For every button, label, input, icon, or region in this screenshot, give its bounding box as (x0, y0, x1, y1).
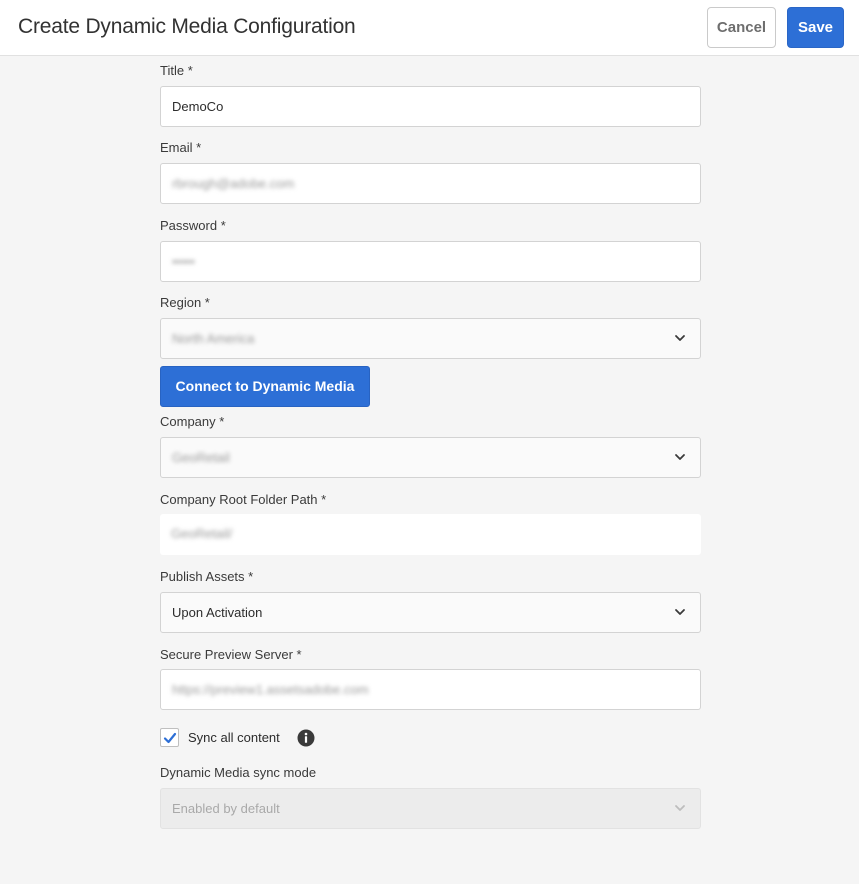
sync-mode-select: Enabled by default (160, 788, 701, 829)
sync-mode-label: Dynamic Media sync mode (160, 765, 317, 780)
title-input[interactable]: DemoCo (160, 86, 701, 127)
publish-assets-value: Upon Activation (172, 605, 263, 620)
region-label: Region * (160, 295, 210, 310)
password-value: ••••• (172, 254, 195, 269)
publish-assets-select[interactable]: Upon Activation (160, 592, 701, 633)
info-icon[interactable] (297, 729, 315, 747)
email-value: rbrough@adobe.com (172, 176, 295, 191)
region-select[interactable]: North America (160, 318, 701, 359)
company-value: GeoRetail (172, 450, 230, 465)
region-value: North America (172, 331, 255, 346)
publish-assets-label: Publish Assets * (160, 569, 254, 584)
title-value: DemoCo (172, 99, 224, 114)
root-folder-input[interactable]: GeoRetail/ (160, 514, 701, 555)
chevron-down-icon (675, 609, 685, 615)
page-title: Create Dynamic Media Configuration (18, 15, 356, 38)
sync-mode-value: Enabled by default (172, 801, 280, 816)
connect-dynamic-media-button[interactable]: Connect to Dynamic Media (160, 366, 370, 407)
preview-server-value: https://preview1.assetsadobe.com (172, 682, 369, 697)
root-folder-value: GeoRetail/ (171, 526, 233, 541)
sync-all-checkbox[interactable] (160, 728, 179, 747)
password-label: Password * (160, 218, 226, 233)
chevron-down-icon (675, 805, 685, 811)
chevron-down-icon (675, 454, 685, 460)
email-label: Email * (160, 140, 202, 155)
title-label: Title * (160, 63, 193, 78)
company-label: Company * (160, 414, 225, 429)
preview-server-label: Secure Preview Server * (160, 647, 302, 662)
chevron-down-icon (675, 335, 685, 341)
email-input[interactable]: rbrough@adobe.com (160, 163, 701, 204)
sync-all-label: Sync all content (188, 730, 280, 745)
company-select[interactable]: GeoRetail (160, 437, 701, 478)
save-button[interactable]: Save (787, 7, 844, 48)
password-input[interactable]: ••••• (160, 241, 701, 282)
cancel-button[interactable]: Cancel (707, 7, 776, 48)
root-folder-label: Company Root Folder Path * (160, 492, 327, 507)
checkmark-icon (163, 732, 177, 744)
app-header: Create Dynamic Media Configuration Cance… (0, 0, 859, 56)
preview-server-input[interactable]: https://preview1.assetsadobe.com (160, 669, 701, 710)
